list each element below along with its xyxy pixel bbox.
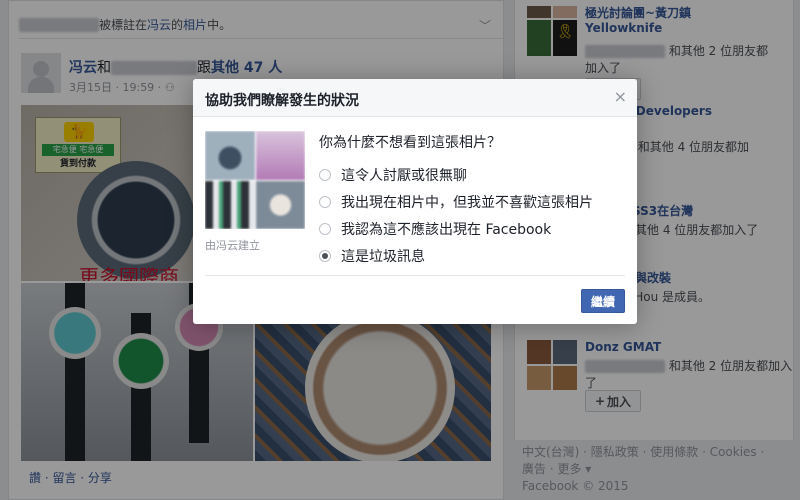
radio-button[interactable] [319,168,331,181]
thumb-tile [205,180,255,229]
option-label[interactable]: 我出現在相片中，但我並不喜歡這張相片 [341,192,593,212]
option-label[interactable]: 我認為這不應該出現在 Facebook [341,219,551,239]
dialog-title: 協助我們瞭解發生的狀況 [205,93,359,109]
divider [205,275,625,276]
radio-button-selected[interactable] [319,249,331,262]
option-label[interactable]: 這令人討厭或很無聊 [341,165,467,185]
option-annoying[interactable]: 這令人討厭或很無聊 [319,161,593,188]
dialog-question: 你為什麼不想看到這張相片？ [319,135,501,151]
report-dialog: 協助我們瞭解發生的狀況 × 由冯云建立 你為什麼不想看到這張相片？ 這令人討厭或… [193,79,637,324]
option-spam[interactable]: 這是垃圾訊息 [319,242,593,269]
close-icon[interactable]: × [614,87,627,106]
option-label[interactable]: 這是垃圾訊息 [341,246,425,266]
continue-button[interactable]: 繼續 [581,289,625,313]
radio-button[interactable] [319,222,331,235]
thumb-tile [205,131,255,180]
thumb-tile [255,131,305,180]
option-not-on-facebook[interactable]: 我認為這不應該出現在 Facebook [319,215,593,242]
thumb-tile [255,180,305,229]
radio-button[interactable] [319,195,331,208]
dialog-header: 協助我們瞭解發生的狀況 × [193,79,637,117]
photo-thumbnail [205,131,305,229]
option-in-photo[interactable]: 我出現在相片中，但我並不喜歡這張相片 [319,188,593,215]
reason-options: 這令人討厭或很無聊 我出現在相片中，但我並不喜歡這張相片 我認為這不應該出現在 … [319,161,593,269]
photo-creator: 由冯云建立 [205,239,260,252]
